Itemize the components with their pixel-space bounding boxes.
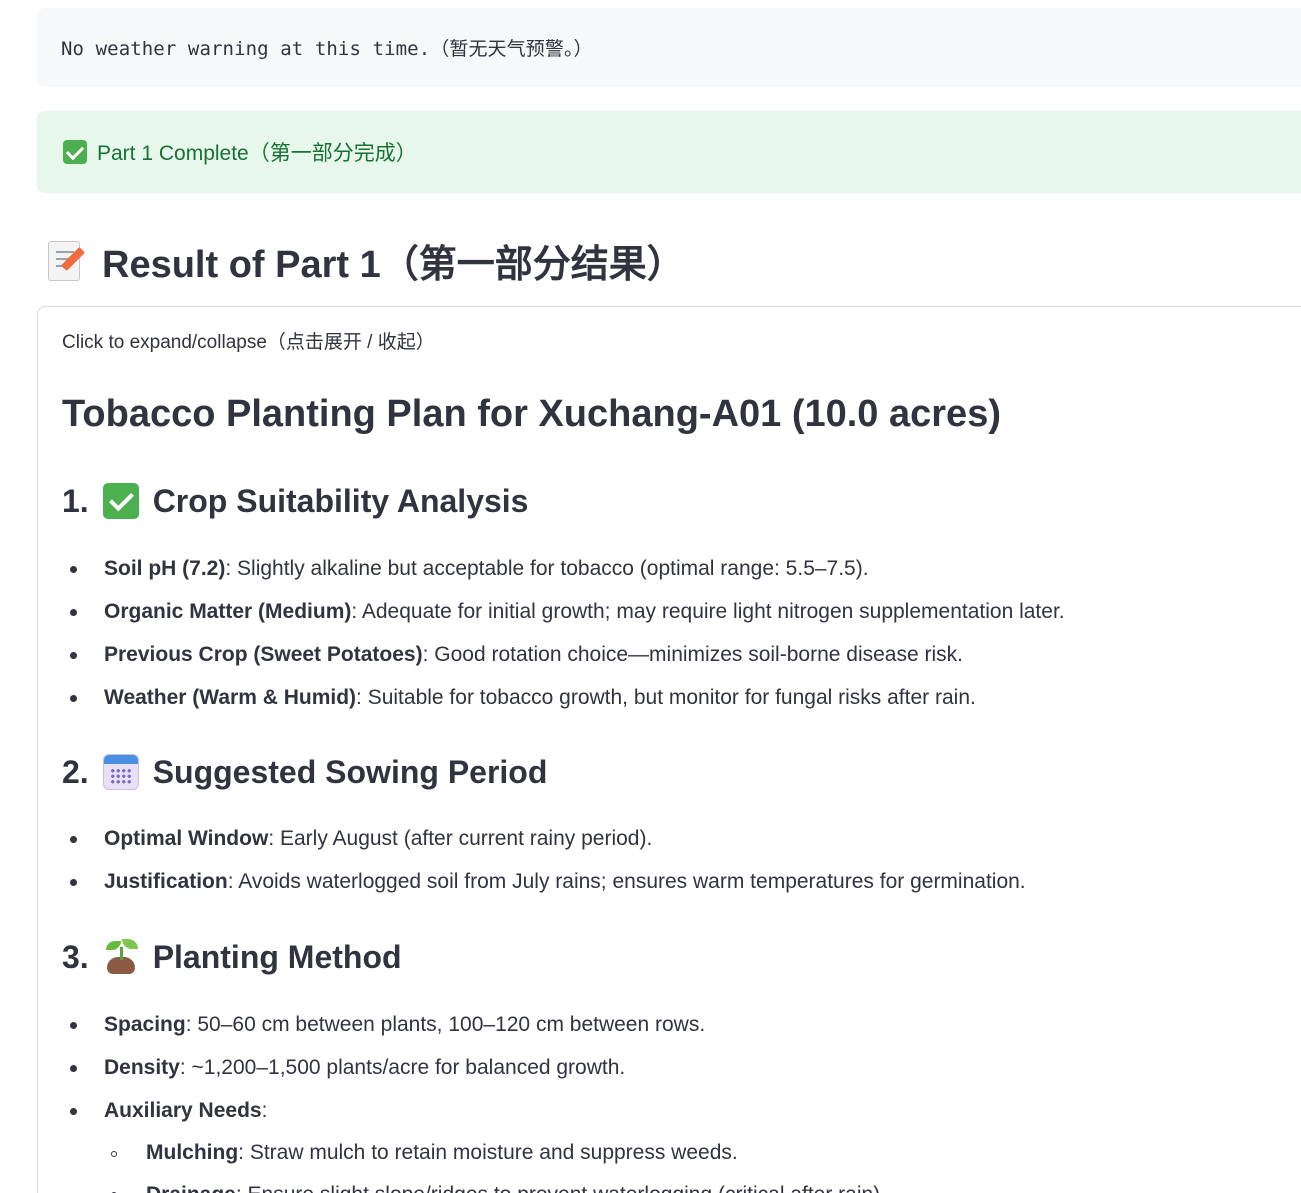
item-term: Previous Crop (Sweet Potatoes) (104, 643, 423, 666)
item-term: Optimal Window (104, 827, 269, 850)
item-term: Density (104, 1056, 180, 1079)
check-mark-button-icon (63, 140, 87, 164)
item-term: Soil pH (7.2) (104, 557, 226, 580)
suitability-list: Soil pH (7.2): Slightly alkaline but acc… (62, 547, 1282, 719)
result-heading: Result of Part 1（第一部分结果） (46, 232, 685, 288)
item-term: Mulching (146, 1141, 239, 1164)
result-expander: Click to expand/collapse（点击展开 / 收起） Toba… (37, 306, 1301, 1193)
item-text: : Ensure slight slope/ridges to prevent … (236, 1183, 886, 1193)
item-text: : Avoids waterlogged soil from July rain… (227, 870, 1026, 893)
section-number: 3. (62, 938, 89, 975)
section-heading-suitability: 1. Crop Suitability Analysis (62, 479, 528, 523)
page: No weather warning at this time.（暂无天气预警。… (0, 0, 1301, 1193)
list-item: Justification: Avoids waterlogged soil f… (62, 860, 1282, 903)
list-item: Auxiliary Needs: (62, 1089, 1282, 1132)
item-term: Justification (104, 870, 228, 893)
memo-icon (46, 239, 86, 281)
section-number: 2. (62, 753, 89, 790)
expander-toggle[interactable]: Click to expand/collapse（点击展开 / 收起） (62, 327, 435, 354)
item-text: : ~1,200–1,500 plants/acre for balanced … (179, 1056, 626, 1079)
section-heading-sowing-period: 2. Suggested Sowing Period (62, 750, 547, 794)
result-heading-text: Result of Part 1（第一部分结果） (102, 243, 685, 286)
item-text: : 50–60 cm between plants, 100–120 cm be… (185, 1013, 706, 1036)
list-item: Spacing: 50–60 cm between plants, 100–12… (62, 1003, 1282, 1046)
sub-list-item: Mulching: Straw mulch to retain moisture… (62, 1132, 1282, 1173)
list-item: Organic Matter (Medium): Adequate for in… (62, 590, 1282, 633)
item-term: Drainage (146, 1183, 236, 1193)
item-text: : (261, 1099, 268, 1122)
item-text: : Adequate for initial growth; may requi… (351, 600, 1065, 623)
item-text: : Straw mulch to retain moisture and sup… (238, 1141, 738, 1164)
section-title: Planting Method (152, 938, 402, 975)
section-number: 1. (62, 482, 89, 519)
item-text: : Slightly alkaline but acceptable for t… (225, 557, 869, 580)
section-title: Crop Suitability Analysis (152, 482, 529, 519)
planting-method-list: Spacing: 50–60 cm between plants, 100–12… (62, 1003, 1282, 1193)
item-term: Organic Matter (Medium) (104, 600, 352, 623)
item-text: : Good rotation choice—minimizes soil-bo… (422, 643, 963, 666)
list-item: Previous Crop (Sweet Potatoes): Good rot… (62, 633, 1282, 676)
item-text: : Early August (after current rainy peri… (268, 827, 653, 850)
plan-title: Tobacco Planting Plan for Xuchang-A01 (1… (62, 393, 1001, 435)
item-text: : Suitable for tobacco growth, but monit… (356, 686, 976, 709)
weather-notice-text: No weather warning at this time.（暂无天气预警。… (61, 38, 593, 60)
section-title: Suggested Sowing Period (152, 753, 548, 790)
check-mark-button-icon (102, 483, 139, 519)
item-term: Auxiliary Needs (104, 1099, 262, 1122)
list-item: Optimal Window: Early August (after curr… (62, 817, 1282, 860)
item-term: Weather (Warm & Humid) (104, 686, 357, 709)
success-alert: Part 1 Complete（第一部分完成） (37, 111, 1301, 193)
seedling-icon (103, 939, 139, 975)
success-message-text: Part 1 Complete（第一部分完成） (97, 142, 417, 165)
weather-notice-block: No weather warning at this time.（暂无天气预警。… (37, 8, 1301, 87)
sub-list-item: Drainage: Ensure slight slope/ridges to … (62, 1173, 1282, 1193)
list-item: Weather (Warm & Humid): Suitable for tob… (62, 676, 1282, 719)
section-heading-planting-method: 3. Planting Method (62, 935, 402, 979)
list-item: Soil pH (7.2): Slightly alkaline but acc… (62, 547, 1282, 590)
list-item: Density: ~1,200–1,500 plants/acre for ba… (62, 1046, 1282, 1089)
calendar-icon (102, 754, 139, 790)
item-term: Spacing (104, 1013, 186, 1036)
sowing-period-list: Optimal Window: Early August (after curr… (62, 817, 1282, 903)
